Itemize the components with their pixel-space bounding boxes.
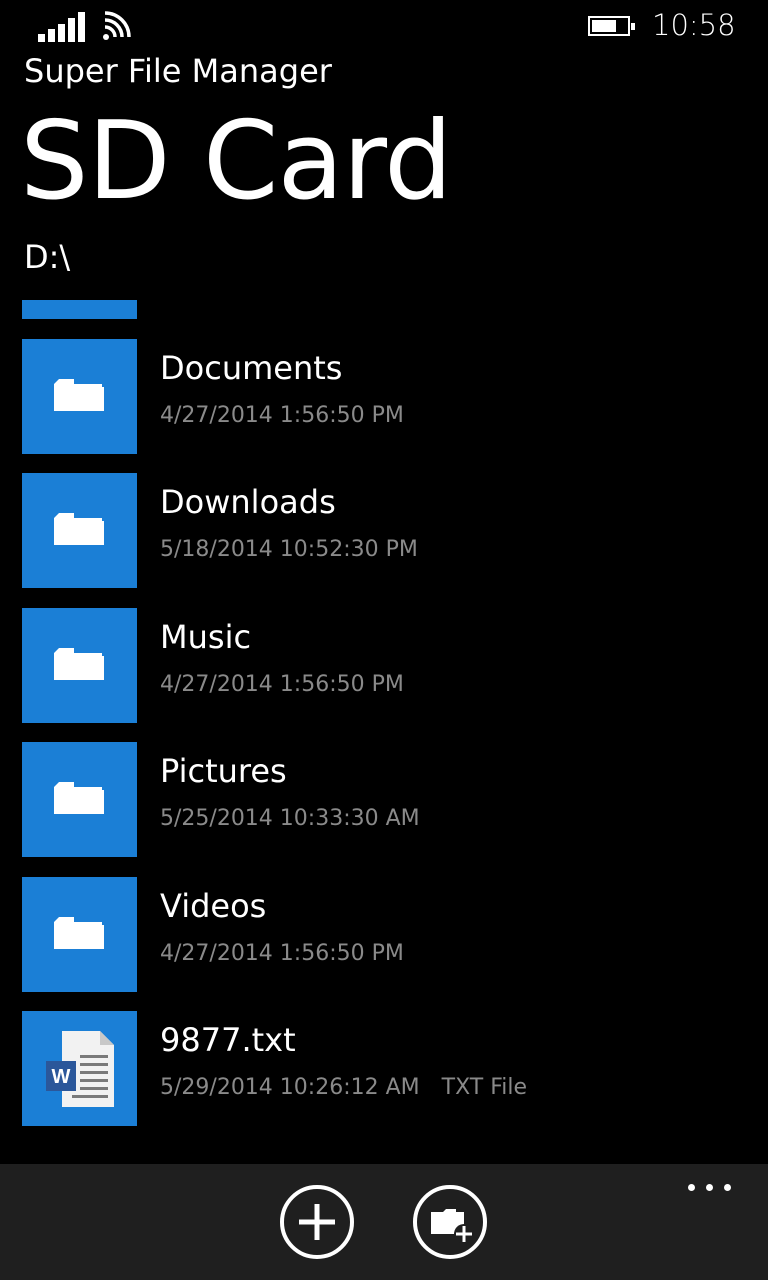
- item-name: Pictures: [160, 752, 287, 790]
- item-name: Music: [160, 617, 252, 656]
- folder-icon: [54, 782, 104, 814]
- folder-icon: [54, 513, 104, 545]
- item-date: 5/18/2014 10:52:30 PM: [160, 537, 418, 562]
- item-tile: [22, 338, 137, 454]
- folder-add-icon: [413, 1185, 487, 1259]
- svg-text:W: W: [52, 1066, 71, 1088]
- list-item[interactable]: 5/29/2014 6:26:04 PM: [0, 300, 768, 339]
- new-folder-button[interactable]: [412, 1184, 488, 1260]
- item-tile: [22, 876, 137, 992]
- item-meta: 4/27/2014 1:56:50 PM: [160, 403, 404, 428]
- list-item[interactable]: Downloads 5/18/2014 10:52:30 PM: [0, 473, 768, 608]
- word-document-icon: W: [46, 1031, 114, 1107]
- item-name: Videos: [160, 886, 267, 925]
- list-item[interactable]: W 9877.txt 5/29/2014 10:26:12 AM TXT File: [0, 1011, 768, 1146]
- clock: 10:58: [652, 8, 736, 42]
- item-meta: 5/25/2014 10:33:30 AM: [160, 806, 420, 831]
- more-icon[interactable]: [686, 1178, 734, 1198]
- item-tile: W: [22, 1011, 137, 1126]
- item-date: 4/27/2014 1:56:50 PM: [160, 402, 404, 428]
- item-date: 4/27/2014 1:56:50 PM: [160, 940, 404, 966]
- item-date: 4/27/2014 1:56:50 PM: [160, 671, 404, 697]
- list-item[interactable]: Pictures 5/25/2014 10:33:30 AM: [0, 742, 768, 877]
- item-type: TXT File: [441, 1075, 528, 1100]
- app-title: Super File Manager: [24, 52, 332, 90]
- folder-icon: [54, 647, 104, 680]
- current-path: D:\: [24, 238, 71, 276]
- folder-icon: [54, 916, 104, 949]
- item-name: Documents: [160, 348, 343, 387]
- signal-icon: [38, 12, 86, 42]
- list-item[interactable]: Music 4/27/2014 1:56:50 PM: [0, 607, 768, 743]
- item-meta: 4/27/2014 1:56:50 PM: [160, 672, 404, 697]
- item-tile: [22, 300, 137, 319]
- folder-icon: [22, 300, 137, 319]
- status-bar: 10:58: [0, 0, 768, 54]
- battery-icon: [588, 16, 635, 36]
- list-item[interactable]: Videos 4/27/2014 1:56:50 PM: [0, 876, 768, 1012]
- file-list[interactable]: 5/29/2014 6:26:04 PM Documents 4/27/2014 1…: [0, 300, 768, 1164]
- folder-icon: [54, 378, 104, 411]
- add-button[interactable]: [279, 1184, 355, 1260]
- app-bar: [0, 1164, 768, 1280]
- page-title: SD Card: [20, 99, 453, 224]
- item-meta: 5/29/2014 10:26:12 AM TXT File: [160, 1075, 527, 1100]
- item-name: Downloads: [160, 483, 336, 521]
- item-name: 9877.txt: [160, 1021, 296, 1059]
- plus-circle-icon: [280, 1185, 354, 1259]
- item-tile: [22, 607, 137, 723]
- item-tile: [22, 742, 137, 857]
- item-date: 5/25/2014 10:33:30 AM: [160, 806, 420, 831]
- wifi-icon: [103, 11, 131, 40]
- item-date: 5/29/2014 10:26:12 AM: [160, 1075, 420, 1100]
- item-meta: 5/18/2014 10:52:30 PM: [160, 537, 418, 562]
- item-meta: 4/27/2014 1:56:50 PM: [160, 941, 404, 966]
- item-tile: [22, 473, 137, 588]
- list-item[interactable]: Documents 4/27/2014 1:56:50 PM: [0, 338, 768, 474]
